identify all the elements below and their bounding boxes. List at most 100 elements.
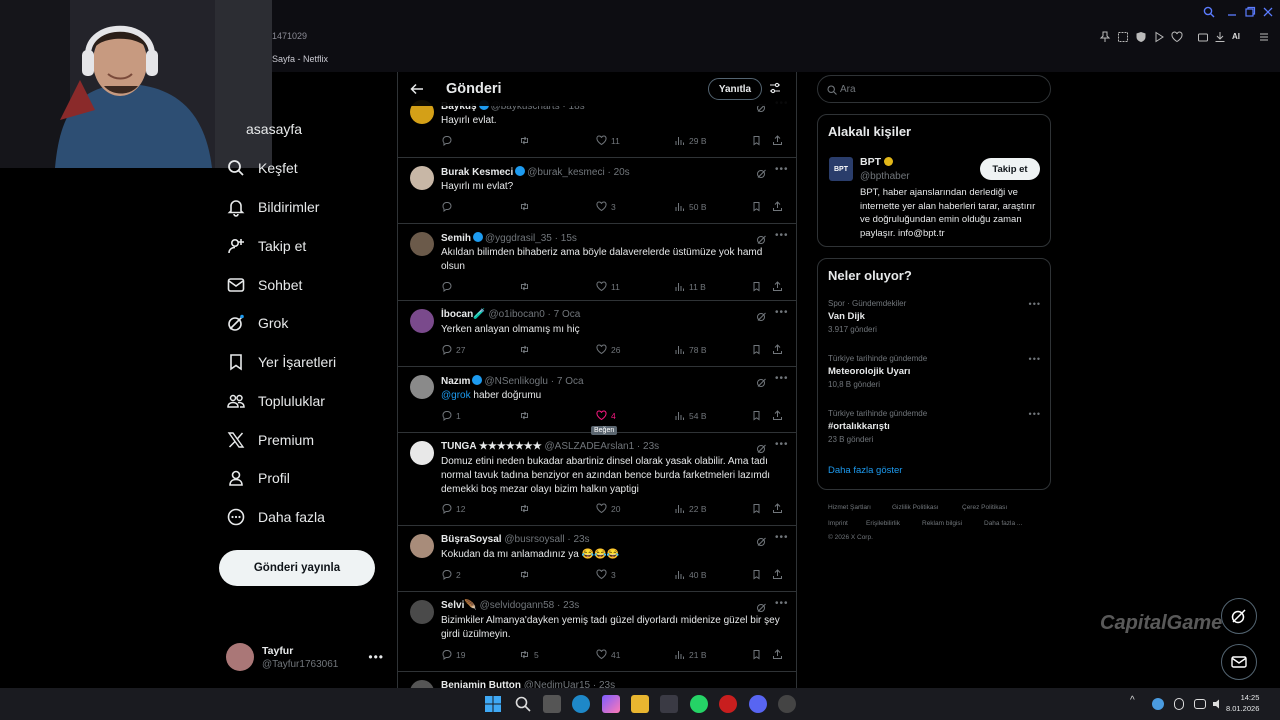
display-icon[interactable]	[1194, 699, 1206, 709]
share-action[interactable]	[772, 410, 783, 421]
share-action[interactable]	[772, 201, 783, 212]
bookmark-action[interactable]	[751, 135, 762, 146]
footer-link[interactable]: Daha fazla ...	[984, 520, 1022, 527]
sidebar-item-profile[interactable]: Profil	[226, 463, 290, 493]
chevron-up-icon[interactable]: ^	[1130, 695, 1142, 713]
more-dots-icon[interactable]: •••	[1029, 354, 1041, 364]
author-name[interactable]: Nazım	[441, 376, 470, 387]
retweet-action[interactable]	[519, 281, 534, 292]
views-action[interactable]: 29 B	[674, 135, 707, 146]
retweet-action[interactable]	[519, 344, 534, 355]
author-name[interactable]: BüşraSoysal	[441, 534, 502, 545]
reply-action[interactable]	[441, 135, 456, 146]
bpt-avatar[interactable]: BPT	[829, 157, 853, 181]
favorite-heart-icon[interactable]	[1171, 31, 1183, 43]
author-name[interactable]: TUNGA ★★★★★★★	[441, 441, 542, 452]
retweet-action[interactable]	[519, 569, 534, 580]
download-icon[interactable]	[1214, 31, 1226, 43]
author-name[interactable]: Burak Kesmeci	[441, 167, 513, 178]
sidebar-item-notifications[interactable]: Bildirimler	[226, 192, 319, 222]
store-icon[interactable]	[660, 695, 678, 713]
reply-action[interactable]: 12	[441, 503, 465, 514]
like-action[interactable]: 3	[596, 201, 616, 212]
bookmark-action[interactable]	[751, 344, 762, 355]
tweet[interactable]: BüşraSoysal @busrsoysall · 23s ••• Kokudan…	[398, 526, 796, 592]
author-handle[interactable]: @selvidogann58	[480, 600, 555, 611]
footer-link[interactable]: Erişilebilirlik	[866, 520, 900, 527]
like-action[interactable]: 11	[596, 281, 620, 292]
reply-action[interactable]: 27	[441, 344, 465, 355]
task-view-icon[interactable]	[543, 695, 561, 713]
avatar[interactable]	[410, 232, 434, 256]
footer-link[interactable]: Reklam bilgisi	[922, 520, 962, 527]
more-dots-icon[interactable]: •••	[775, 598, 789, 609]
retweet-action[interactable]: 5	[519, 649, 539, 660]
tweet[interactable]: Nazım @NSenlikoglu · 7 Oca ••• @grok haber …	[398, 367, 796, 435]
reply-action[interactable]	[441, 281, 456, 292]
reply-button[interactable]: Yanıtla	[708, 78, 762, 100]
app-icon[interactable]	[778, 695, 796, 713]
tweet[interactable]: Benjamin Button @NedimUar15 · 23s	[398, 672, 796, 688]
tweet[interactable]: İbocan🧪 @o1ibocan0 · 7 Oca ••• Yerken anla…	[398, 301, 796, 367]
messages-fab[interactable]	[1221, 644, 1257, 680]
mention-link[interactable]: @grok	[441, 390, 471, 401]
views-action[interactable]: 21 B	[674, 649, 707, 660]
retweet-action[interactable]	[519, 503, 534, 514]
sidebar-item-premium[interactable]: Premium	[226, 425, 314, 455]
more-dots-icon[interactable]: •••	[775, 307, 789, 318]
shield-icon[interactable]	[1135, 31, 1147, 43]
share-action[interactable]	[772, 649, 783, 660]
author-handle[interactable]: @yggdrasil_35	[485, 233, 552, 244]
share-action[interactable]	[772, 569, 783, 580]
grok-icon[interactable]	[756, 443, 767, 454]
trend-item[interactable]: Türkiye tarihinde gündemde #ortalıkkarış…	[828, 409, 1043, 444]
discord-icon[interactable]	[749, 695, 767, 713]
sidebar-item-grok[interactable]: Grok	[226, 308, 288, 338]
pin-icon[interactable]	[1099, 31, 1111, 43]
views-action[interactable]: 40 B	[674, 569, 707, 580]
sidebar-item-explore[interactable]: Keşfet	[226, 153, 298, 183]
views-action[interactable]: 50 B	[674, 201, 707, 212]
bookmark-action[interactable]	[751, 201, 762, 212]
like-action[interactable]: 20	[596, 503, 620, 514]
mic-icon[interactable]	[1174, 698, 1184, 710]
tweet-time[interactable]: 7 Oca	[554, 309, 581, 320]
author-handle[interactable]: @NSenlikoglu	[484, 376, 548, 387]
menu-icon[interactable]	[1258, 31, 1270, 43]
avatar[interactable]	[410, 534, 434, 558]
author-handle[interactable]: @burak_kesmeci	[527, 167, 604, 178]
like-action[interactable]: 4	[596, 410, 616, 421]
views-action[interactable]: 22 B	[674, 503, 707, 514]
grok-icon[interactable]	[756, 377, 767, 388]
author-handle[interactable]: @ASLZADEArslan1	[545, 441, 635, 452]
follow-button[interactable]: Takip et	[980, 158, 1040, 180]
footer-link[interactable]: Çerez Politikası	[962, 504, 1007, 511]
retweet-action[interactable]	[519, 410, 534, 421]
author-name[interactable]: İbocan🧪	[441, 309, 486, 320]
retweet-action[interactable]	[519, 135, 534, 146]
grok-fab[interactable]	[1221, 598, 1257, 634]
reply-action[interactable]: 1	[441, 410, 461, 421]
ai-assistant-icon[interactable]: AI	[1232, 31, 1254, 43]
views-action[interactable]: 78 B	[674, 344, 707, 355]
taskbar-search-icon[interactable]	[514, 695, 532, 713]
wallet-icon[interactable]	[1197, 31, 1209, 43]
like-action[interactable]: 41	[596, 649, 620, 660]
footer-link[interactable]: Hizmet Şartları	[828, 504, 871, 511]
avatar[interactable]	[410, 166, 434, 190]
retweet-action[interactable]	[519, 201, 534, 212]
more-dots-icon[interactable]: •••	[775, 373, 789, 384]
sidebar-item-bookmarks[interactable]: Yer İşaretleri	[226, 347, 336, 377]
browser-tab-title[interactable]: Sayfa - Netflix	[272, 54, 328, 64]
trend-item[interactable]: Türkiye tarihinde gündemde Meteorolojik …	[828, 354, 1043, 389]
more-dots-icon[interactable]: •••	[775, 532, 789, 543]
bookmark-action[interactable]	[751, 649, 762, 660]
reply-action[interactable]	[441, 201, 456, 212]
author-name[interactable]: Selvi🪶	[441, 600, 477, 611]
tweet-time[interactable]: 23s	[573, 534, 589, 545]
windows-start-icon[interactable]	[484, 695, 502, 713]
author-name[interactable]: Benjamin Button	[441, 680, 521, 688]
sidebar-item-more[interactable]: Daha fazla	[226, 502, 325, 532]
reply-action[interactable]: 19	[441, 649, 465, 660]
more-dots-icon[interactable]: •••	[775, 164, 789, 175]
